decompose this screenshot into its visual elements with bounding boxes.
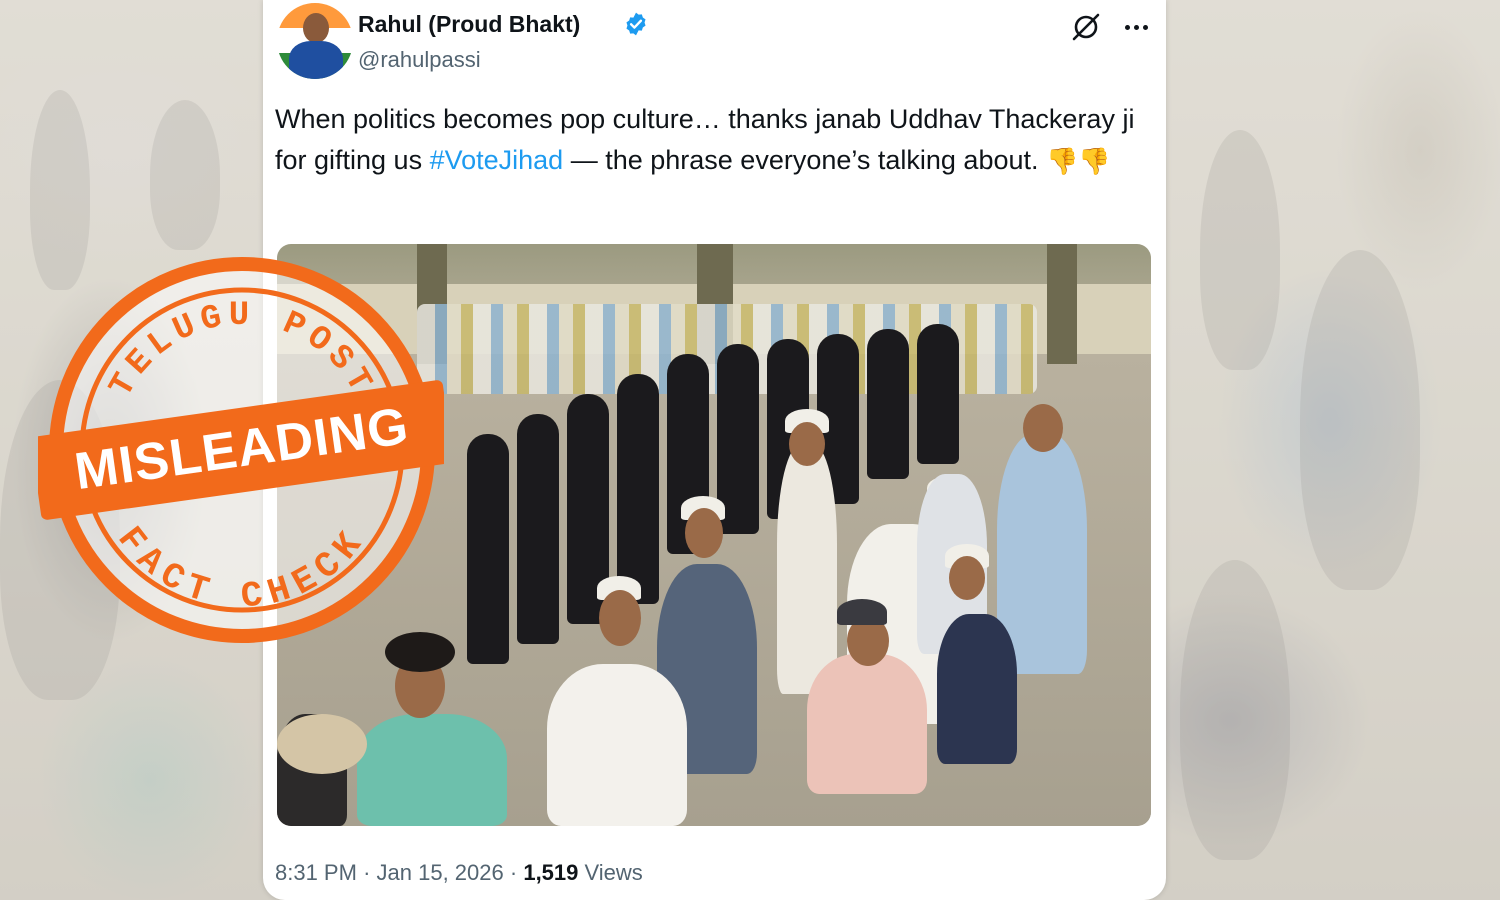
views-label: Views [584,860,643,885]
tweet-time[interactable]: 8:31 PM [275,860,357,885]
tweet-date[interactable]: Jan 15, 2026 [377,860,504,885]
user-handle[interactable]: @rahulpassi [358,47,481,73]
grok-icon[interactable] [1069,10,1103,44]
display-name[interactable]: Rahul (Proud Bhakt) [358,11,580,38]
verified-badge-icon [626,12,646,36]
thumbs-down-emoji: 👎👎 [1046,146,1111,177]
fact-check-stamp: TELUGU POST FACT CHECK MISLEADING [38,257,444,643]
more-options-icon[interactable] [1121,12,1151,42]
views-count: 1,519 [523,860,579,885]
hashtag-link[interactable]: #VoteJihad [430,145,564,175]
avatar[interactable] [277,3,353,79]
tweet-meta: 8:31 PM · Jan 15, 2026 · 1,519 Views [275,860,643,885]
tweet-text: When politics becomes pop culture… thank… [275,99,1145,182]
